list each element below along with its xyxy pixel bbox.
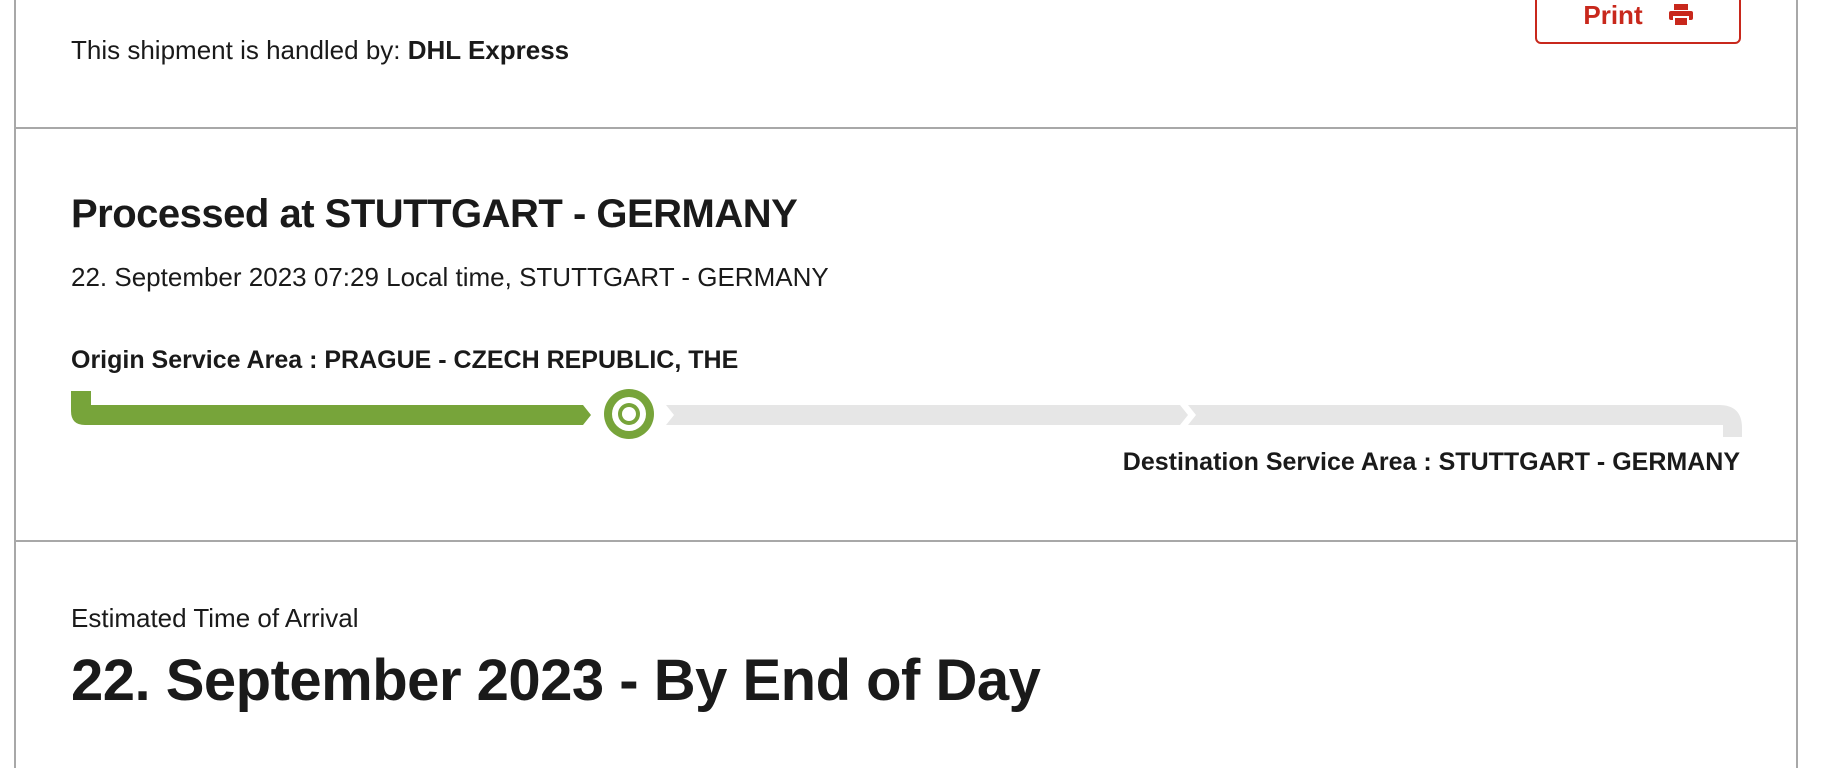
progress-segment-3 [1188, 405, 1742, 437]
print-button-label: Print [1583, 0, 1643, 30]
printer-icon [1668, 4, 1693, 26]
current-location-marker-icon [604, 389, 654, 439]
progress-segment-1 [71, 391, 591, 425]
section-divider [16, 540, 1798, 542]
shipment-progress-bar [71, 387, 1742, 441]
eta-value: 22. September 2023 - By End of Day [71, 648, 1041, 713]
handled-by-label: This shipment is handled by: [71, 35, 401, 65]
status-title: Processed at STUTTGART - GERMANY [71, 192, 798, 236]
origin-service-area: Origin Service Area : PRAGUE - CZECH REP… [71, 346, 739, 374]
carrier-info: This shipment is handled by: DHL Express [71, 34, 569, 66]
section-divider [16, 127, 1798, 129]
carrier-name: DHL Express [407, 35, 570, 65]
print-button[interactable]: Print [1535, 0, 1741, 44]
status-timestamp: 22. September 2023 07:29 Local time, STU… [71, 262, 829, 292]
destination-service-area: Destination Service Area : STUTTGART - G… [1122, 448, 1740, 476]
eta-label: Estimated Time of Arrival [71, 603, 359, 633]
progress-segment-2 [666, 405, 1188, 425]
